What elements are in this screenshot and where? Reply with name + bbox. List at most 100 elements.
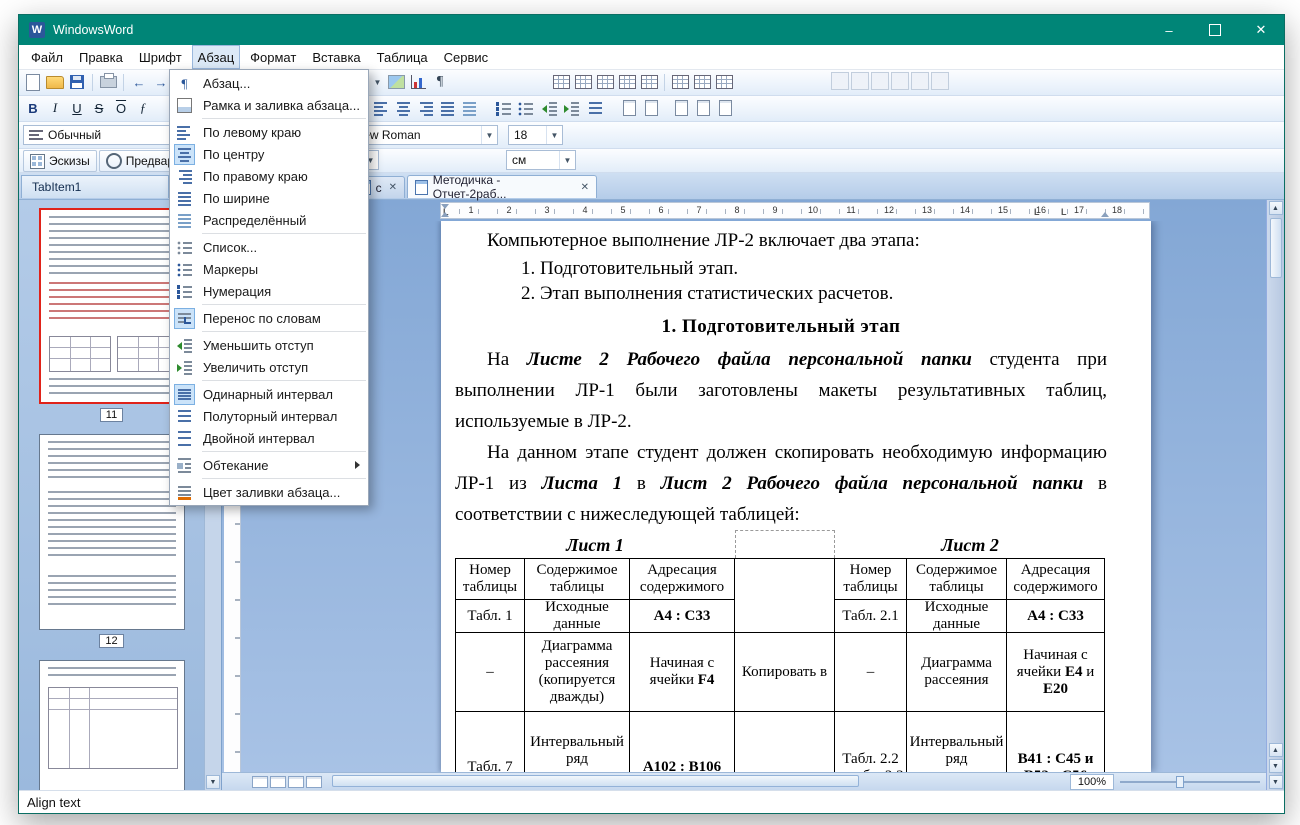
web-view-button[interactable] [270,775,286,788]
new-document-button[interactable] [23,72,43,92]
menu-item-one-half-spacing[interactable]: Полуторный интервал [170,405,368,427]
justify-button[interactable] [437,98,457,118]
menu-font[interactable]: Шрифт [133,45,188,69]
style-combo[interactable]: Обычный [23,125,173,145]
horizontal-scrollbar-thumb[interactable] [332,775,859,787]
menu-item-numbering[interactable]: Нумерация [170,280,368,302]
formatting-marks-button[interactable]: ¶ [430,72,450,92]
page-setup-button[interactable] [671,98,691,118]
horizontal-ruler[interactable]: L L L 1 2 3 4 5 6 7 8 9 10 11 12 13 14 15 16 17 18 [440,202,1150,219]
minimize-button[interactable]: – [1146,15,1192,45]
menu-insert[interactable]: Вставка [306,45,366,69]
add-column-button[interactable] [595,72,615,92]
page-delete-button[interactable] [715,98,735,118]
normal-view-button[interactable] [252,775,268,788]
page-thumbnail-11[interactable] [38,208,185,404]
strikethrough-button[interactable]: S [89,98,109,118]
menu-format[interactable]: Формат [244,45,302,69]
page-color-button[interactable] [693,98,713,118]
open-button[interactable] [45,72,65,92]
menu-item-decrease-indent[interactable]: Уменьшить отступ [170,334,368,356]
bullets-button[interactable] [515,98,535,118]
vertical-scrollbar-thumb[interactable] [1269,218,1282,278]
panel-tab-tabitem1[interactable]: TabItem1 [21,175,169,198]
menu-table[interactable]: Таблица [371,45,434,69]
menu-item-border-shading[interactable]: Рамка и заливка абзаца... [170,94,368,116]
outline-view-button[interactable] [306,775,322,788]
font-size-combo[interactable]: 18 ▼ [508,125,563,145]
align-left-button[interactable] [371,98,391,118]
zoom-slider[interactable] [1120,775,1260,789]
page-thumbnail-12[interactable] [38,434,185,630]
menu-item-align-left[interactable]: По левому краю [170,121,368,143]
page-thumbnail-13[interactable] [38,660,185,790]
insert-table-button[interactable] [551,72,571,92]
menu-item-single-spacing[interactable]: Одинарный интервал [170,383,368,405]
undo-button[interactable]: ← [129,72,149,92]
scroll-down-button[interactable]: ▼ [1268,775,1283,789]
menu-item-fill-color[interactable]: Цвет заливки абзаца... [170,481,368,503]
panel-scroll-down-button[interactable]: ▼ [206,775,220,789]
menu-item-double-spacing[interactable]: Двойной интервал [170,427,368,449]
left-indent-marker[interactable] [441,212,449,217]
decrease-indent-button[interactable] [539,98,559,118]
close-button[interactable]: ✕ [1238,15,1284,45]
delete-row-button[interactable] [617,72,637,92]
delete-column-button[interactable] [639,72,659,92]
redo-button[interactable]: → [151,72,171,92]
overline-button[interactable]: О [111,98,131,118]
menu-item-align-right[interactable]: По правому краю [170,165,368,187]
line-spacing-button[interactable] [585,98,605,118]
increase-indent-button[interactable] [561,98,581,118]
menu-edit[interactable]: Правка [73,45,129,69]
page-layout-view-button[interactable] [288,775,304,788]
zoom-level[interactable]: 100% [1069,773,1114,790]
page-button[interactable] [619,98,639,118]
menu-item-text-wrap[interactable]: Обтекание [170,454,368,476]
menu-item-bullets[interactable]: Маркеры [170,258,368,280]
dropdown-arrow-button[interactable]: ▼ [371,72,384,92]
menu-item-list[interactable]: Список... [170,236,368,258]
save-button[interactable] [67,72,87,92]
scroll-up-button[interactable]: ▲ [1268,201,1283,215]
menu-item-distributed[interactable]: Распределённый [170,209,368,231]
close-tab-icon[interactable]: ✕ [581,182,589,193]
unit-combo[interactable]: см ▼ [506,150,576,170]
zoom-slider-thumb[interactable] [1176,775,1184,788]
close-tab-icon[interactable]: ✕ [389,182,397,193]
menu-item-word-wrap[interactable]: Перенос по словам [170,307,368,329]
table-borders-button[interactable] [714,72,734,92]
menu-item-paragraph[interactable]: Абзац... [170,72,368,94]
previous-page-button[interactable]: ▲ [1268,743,1283,757]
thumbnails-button[interactable]: Эскизы [23,150,97,172]
right-indent-marker[interactable] [1101,212,1109,217]
two-pages-button[interactable] [641,98,661,118]
menu-item-increase-indent[interactable]: Увеличить отступ [170,356,368,378]
insert-image-button[interactable] [386,72,406,92]
split-cells-button[interactable] [692,72,712,92]
menu-item-justify[interactable]: По ширине [170,187,368,209]
next-page-button[interactable]: ▼ [1268,759,1283,773]
menu-service[interactable]: Сервис [438,45,495,69]
document-page[interactable]: Компьютерное выполнение ЛР-2 включает дв… [441,221,1151,772]
menu-item-align-center[interactable]: По центру [170,143,368,165]
maximize-button[interactable] [1192,15,1238,45]
distributed-button[interactable] [459,98,479,118]
print-button[interactable] [98,72,118,92]
align-center-button[interactable] [393,98,413,118]
underline-button[interactable]: U [67,98,87,118]
menu-paragraph[interactable]: Абзац [191,45,241,69]
menu-file[interactable]: Файл [25,45,69,69]
merge-cells-button[interactable] [670,72,690,92]
bold-button[interactable]: В [23,98,43,118]
document-tab-2[interactable]: Методичка - Отчет-2раб... ✕ [407,173,597,201]
add-row-button[interactable] [573,72,593,92]
align-right-button[interactable] [415,98,435,118]
vertical-scrollbar[interactable]: ▲ ▲ ▼ ▼ [1266,200,1284,790]
horizontal-scrollbar[interactable] [330,773,1062,790]
first-line-indent-marker[interactable] [441,204,449,209]
numbering-button[interactable] [493,98,513,118]
italic-button[interactable]: I [45,98,65,118]
insert-chart-button[interactable] [408,72,428,92]
formula-button[interactable]: ƒ [133,98,153,118]
